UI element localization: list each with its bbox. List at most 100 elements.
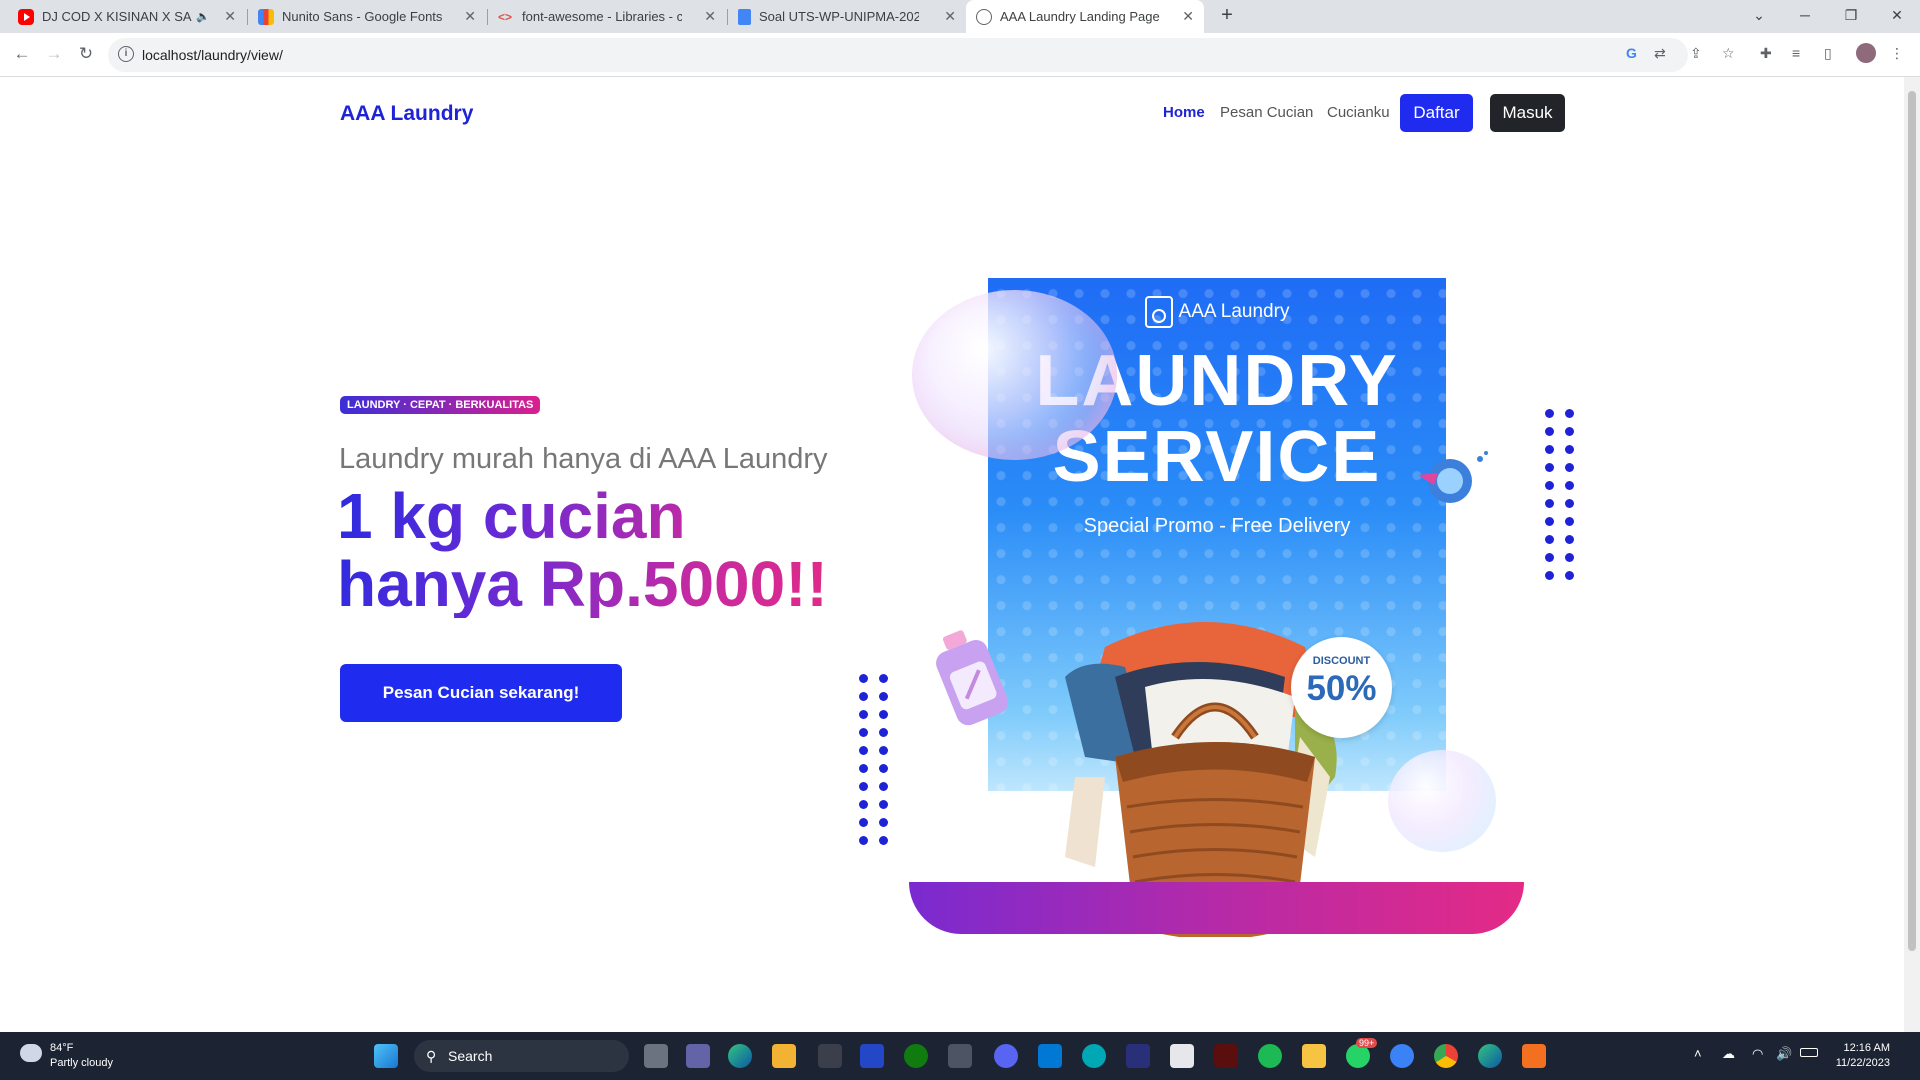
wifi-icon[interactable]: ◠ — [1752, 1046, 1763, 1062]
washing-machine-icon — [1144, 296, 1173, 328]
menu-icon[interactable]: ⋮ — [1890, 45, 1904, 62]
close-tab-icon[interactable]: ✕ — [224, 8, 236, 25]
flash-icon[interactable] — [1214, 1044, 1238, 1068]
brand-logo[interactable]: AAA Laundry — [340, 102, 473, 126]
extensions-icon[interactable]: ✚ — [1760, 45, 1772, 62]
hero-headline: 1 kg cucian hanya Rp.5000!! — [337, 482, 837, 618]
tab-2[interactable]: Nunito Sans - Google Fonts ✕ — [248, 0, 486, 33]
discount-badge: DISCOUNT 50% — [1291, 637, 1392, 738]
partly-cloudy-icon — [20, 1044, 42, 1062]
cdnjs-icon: <> — [498, 9, 513, 24]
capcut-icon[interactable] — [1170, 1044, 1194, 1068]
share-icon[interactable]: ⇪ — [1690, 45, 1702, 62]
canva-icon[interactable] — [1082, 1044, 1106, 1068]
translate-icon[interactable]: ⇄ — [1654, 45, 1666, 62]
nav-pesan-cucian[interactable]: Pesan Cucian — [1220, 104, 1313, 121]
restore-button[interactable]: ❐ — [1828, 0, 1874, 30]
battery-icon[interactable] — [1800, 1048, 1818, 1057]
nav-home[interactable]: Home — [1163, 104, 1205, 121]
clock-time: 12:16 AM — [1843, 1042, 1890, 1054]
masuk-button[interactable]: Masuk — [1490, 94, 1565, 132]
scrollbar-thumb[interactable] — [1908, 91, 1916, 951]
tab-4[interactable]: Soal UTS-WP-UNIPMA-2023.docx ✕ — [728, 0, 966, 33]
app-icon[interactable] — [860, 1044, 884, 1068]
tab-3[interactable]: <> font-awesome - Libraries - cdnjs ✕ — [488, 0, 726, 33]
daftar-button[interactable]: Daftar — [1400, 94, 1473, 132]
spotify-icon[interactable] — [1258, 1044, 1282, 1068]
bubble-small — [1388, 750, 1496, 852]
chrome-icon[interactable] — [1434, 1044, 1458, 1068]
tab-5-active[interactable]: AAA Laundry Landing Page ✕ — [966, 0, 1204, 33]
tab-5-title: AAA Laundry Landing Page — [1000, 9, 1160, 24]
search-icon: ⚲ — [426, 1048, 437, 1064]
file-explorer-icon[interactable] — [1302, 1044, 1326, 1068]
hero-bottom-shape — [909, 882, 1524, 934]
order-now-button[interactable]: Pesan Cucian sekarang! — [340, 664, 622, 722]
discount-label: DISCOUNT — [1312, 655, 1371, 667]
info-icon[interactable]: i — [118, 46, 134, 62]
hero-subtitle: Laundry murah hanya di AAA Laundry — [339, 443, 828, 475]
new-tab-button[interactable]: + — [1212, 0, 1242, 30]
youtube-icon — [18, 8, 34, 25]
tab-3-title: font-awesome - Libraries - cdnjs — [522, 9, 682, 24]
bubble-large — [912, 290, 1117, 460]
edge-icon-2[interactable] — [1478, 1044, 1502, 1068]
minimize-button[interactable]: ─ — [1782, 0, 1828, 30]
onedrive-icon[interactable]: ☁ — [1722, 1046, 1735, 1062]
docs-icon — [738, 8, 751, 25]
tray-chevron-icon[interactable]: ˄ — [1694, 1046, 1702, 1061]
unity-icon[interactable] — [818, 1044, 842, 1068]
bookmark-star-icon[interactable]: ☆ — [1722, 45, 1735, 62]
vscode-icon[interactable] — [1038, 1044, 1062, 1068]
task-view-icon[interactable] — [644, 1044, 668, 1068]
close-tab-icon[interactable]: ✕ — [704, 8, 716, 25]
whatsapp-badge: 99+ — [1356, 1038, 1378, 1048]
dot-pattern-left — [859, 674, 889, 845]
app-icon-3[interactable] — [1126, 1044, 1150, 1068]
close-tab-icon[interactable]: ✕ — [1182, 8, 1194, 25]
taskbar-search[interactable]: ⚲ Search — [414, 1040, 629, 1072]
tab-search-icon[interactable]: ⌄ — [1736, 0, 1782, 30]
side-panel-icon[interactable]: ▯ — [1824, 45, 1832, 62]
back-icon[interactable]: ← — [12, 44, 32, 64]
tab-strip: DJ COD X KISINAN X SANTUY 🔈 ✕ Nunito San… — [0, 0, 1920, 33]
clock-date: 11/22/2023 — [1835, 1057, 1890, 1069]
app-icon-4[interactable] — [1390, 1044, 1414, 1068]
tab-1[interactable]: DJ COD X KISINAN X SANTUY 🔈 ✕ — [8, 0, 246, 33]
page-scrollbar[interactable] — [1904, 77, 1920, 1032]
url-text: localhost/laundry/view/ — [142, 47, 283, 63]
speaker-icon: 🔈 — [196, 11, 210, 23]
xbox-icon[interactable] — [904, 1044, 928, 1068]
discord-icon[interactable] — [994, 1044, 1018, 1068]
app-icon-2[interactable] — [948, 1044, 972, 1068]
taskbar-search-label: Search — [448, 1048, 493, 1064]
tab-2-title: Nunito Sans - Google Fonts — [282, 9, 442, 24]
poster-promo: Special Promo - Free Delivery — [1083, 515, 1351, 537]
address-bar[interactable]: i localhost/laundry/view/ — [108, 38, 1688, 72]
store-icon[interactable] — [772, 1044, 796, 1068]
taskbar: 84°F Partly cloudy ⚲ Search 99+ ˄ ☁ ◠ 🔊 … — [0, 1032, 1920, 1080]
nav-cucianku[interactable]: Cucianku — [1327, 104, 1390, 121]
profile-avatar[interactable] — [1856, 43, 1876, 63]
edge-icon[interactable] — [728, 1044, 752, 1068]
google-lens-icon[interactable]: G — [1626, 45, 1637, 61]
close-tab-icon[interactable]: ✕ — [944, 8, 956, 25]
teams-icon[interactable] — [686, 1044, 710, 1068]
detergent-pod-icon — [1418, 451, 1488, 503]
dot-pattern-right — [1545, 409, 1575, 580]
reload-icon[interactable]: ↻ — [76, 44, 96, 64]
globe-icon — [976, 8, 992, 25]
forward-icon[interactable]: → — [44, 44, 64, 64]
volume-icon[interactable]: 🔊 — [1776, 1046, 1792, 1062]
clock[interactable]: 12:16 AM 11/22/2023 — [1836, 1041, 1890, 1071]
hero-badge: LAUNDRY · CEPAT · BERKUALITAS — [340, 396, 541, 414]
browser-chrome: DJ COD X KISINAN X SANTUY 🔈 ✕ Nunito San… — [0, 0, 1920, 77]
xampp-icon[interactable] — [1522, 1044, 1546, 1068]
google-fonts-icon — [258, 8, 274, 25]
discount-value: 50% — [1306, 669, 1377, 708]
windows-start-icon[interactable] — [374, 1044, 398, 1068]
tab-1-title: DJ COD X KISINAN X SANTUY — [42, 9, 192, 24]
close-window-button[interactable]: ✕ — [1874, 0, 1920, 30]
media-icon[interactable]: ≡ — [1792, 45, 1800, 61]
close-tab-icon[interactable]: ✕ — [464, 8, 476, 25]
